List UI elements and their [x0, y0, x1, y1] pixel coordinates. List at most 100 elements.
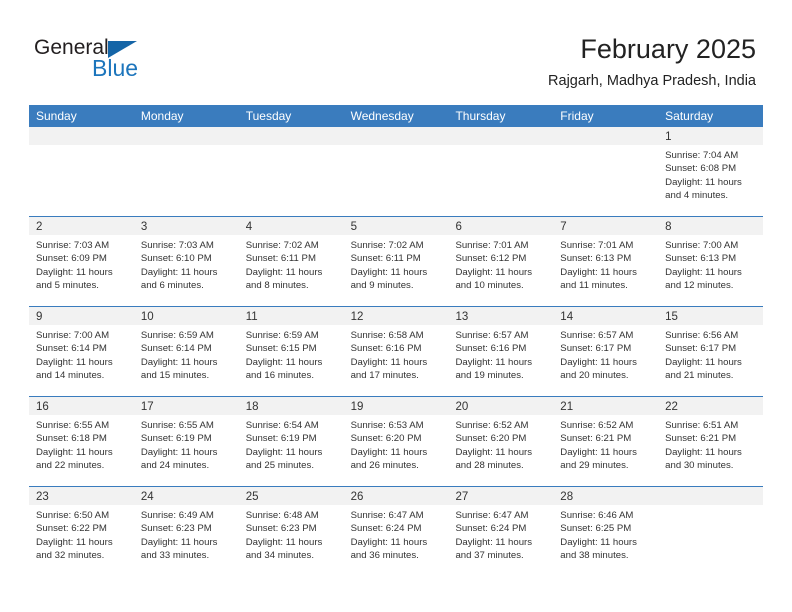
- sunset-line: Sunset: 6:14 PM: [140, 343, 212, 355]
- day-cell-14[interactable]: 14 Sunrise: 6:57 AM Sunset: 6:17 PM Dayligh…: [553, 307, 659, 396]
- day-number-band: 9: [29, 307, 134, 325]
- daylight-line-2: and 21 minutes.: [665, 369, 734, 381]
- page-header: General Blue February 2025 Rajgarh, Madh…: [0, 0, 792, 100]
- sunset-line: Sunset: 6:10 PM: [140, 253, 212, 265]
- sunset-line: Sunset: 6:13 PM: [560, 253, 632, 265]
- day-cell-26[interactable]: 26 Sunrise: 6:47 AM Sunset: 6:24 PM Dayligh…: [343, 487, 449, 576]
- sunrise-line: Sunrise: 7:02 AM: [245, 240, 319, 251]
- day-cell-19[interactable]: 19 Sunrise: 6:53 AM Sunset: 6:20 PM Dayligh…: [343, 397, 449, 486]
- day-cell-27[interactable]: 27 Sunrise: 6:47 AM Sunset: 6:24 PM Dayligh…: [448, 487, 554, 576]
- weekday-header-sunday: Sunday: [36, 109, 77, 123]
- sunset-line: Sunset: 6:15 PM: [245, 343, 317, 355]
- calendar-body: 1 Sunrise: 7:04 AM Sunset: 6:08 PM Daylight…: [29, 127, 764, 576]
- day-number-band: 23: [29, 487, 134, 505]
- day-cell-8[interactable]: 8 Sunrise: 7:00 AM Sunset: 6:13 PM Daylight…: [658, 217, 764, 306]
- day-cell-1[interactable]: 1 Sunrise: 7:04 AM Sunset: 6:08 PM Daylight…: [658, 127, 764, 216]
- day-cell-2[interactable]: 2 Sunrise: 7:03 AM Sunset: 6:09 PM Daylight…: [29, 217, 134, 306]
- daylight-line-2: and 25 minutes.: [245, 459, 314, 471]
- daylight-line-1: Daylight: 11 hours: [350, 536, 428, 548]
- sunset-line: Sunset: 6:23 PM: [245, 523, 317, 535]
- day-number-band: [343, 127, 449, 145]
- day-cell-17[interactable]: 17 Sunrise: 6:55 AM Sunset: 6:19 PM Dayligh…: [133, 397, 239, 486]
- sunrise-line: Sunrise: 6:47 AM: [455, 510, 529, 521]
- brand-logo[interactable]: General Blue: [34, 36, 234, 86]
- day-cell-10[interactable]: 10 Sunrise: 6:59 AM Sunset: 6:14 PM Dayligh…: [133, 307, 239, 396]
- location-subtitle: Rajgarh, Madhya Pradesh, India: [548, 73, 756, 89]
- day-cell-11[interactable]: 11 Sunrise: 6:59 AM Sunset: 6:15 PM Dayligh…: [238, 307, 344, 396]
- day-cell-empty: [29, 127, 134, 216]
- day-cell-20[interactable]: 20 Sunrise: 6:52 AM Sunset: 6:20 PM Dayligh…: [448, 397, 554, 486]
- day-cell-3[interactable]: 3 Sunrise: 7:03 AM Sunset: 6:10 PM Daylight…: [133, 217, 239, 306]
- daylight-line-1: Daylight: 11 hours: [350, 446, 428, 458]
- weekday-header-friday: Friday: [560, 109, 594, 123]
- sunrise-line: Sunrise: 6:48 AM: [245, 510, 319, 521]
- day-number-band: 24: [133, 487, 239, 505]
- daylight-line-1: Daylight: 11 hours: [665, 356, 742, 368]
- day-cell-16[interactable]: 16 Sunrise: 6:55 AM Sunset: 6:18 PM Dayligh…: [29, 397, 134, 486]
- sunset-line: Sunset: 6:16 PM: [350, 343, 422, 355]
- day-cell-empty: [658, 487, 764, 576]
- day-cell-15[interactable]: 15 Sunrise: 6:56 AM Sunset: 6:17 PM Dayligh…: [658, 307, 764, 396]
- day-number: 19: [350, 401, 364, 413]
- day-cell-28[interactable]: 28 Sunrise: 6:46 AM Sunset: 6:25 PM Dayligh…: [553, 487, 659, 576]
- day-cell-13[interactable]: 13 Sunrise: 6:57 AM Sunset: 6:16 PM Dayligh…: [448, 307, 554, 396]
- daylight-line-1: Daylight: 11 hours: [350, 356, 428, 368]
- daylight-line-2: and 19 minutes.: [455, 369, 524, 381]
- sunrise-line: Sunrise: 6:59 AM: [245, 330, 319, 341]
- sunset-line: Sunset: 6:20 PM: [350, 433, 422, 445]
- daylight-line-2: and 20 minutes.: [560, 369, 629, 381]
- daylight-line-1: Daylight: 11 hours: [455, 266, 533, 278]
- day-details: Sunrise: 7:01 AM Sunset: 6:12 PM Daylight:…: [448, 235, 553, 292]
- day-details: Sunrise: 6:56 AM Sunset: 6:17 PM Daylight:…: [658, 325, 763, 382]
- week-row: 9 Sunrise: 7:00 AM Sunset: 6:14 PM Daylight…: [29, 306, 764, 396]
- day-details: Sunrise: 6:58 AM Sunset: 6:16 PM Daylight:…: [344, 325, 449, 382]
- day-number-band: 22: [658, 397, 764, 415]
- daylight-line-1: Daylight: 11 hours: [36, 356, 113, 368]
- daylight-line-2: and 28 minutes.: [455, 459, 524, 471]
- sunset-line: Sunset: 6:21 PM: [560, 433, 632, 445]
- daylight-line-2: and 32 minutes.: [36, 549, 105, 561]
- daylight-line-2: and 17 minutes.: [350, 369, 419, 381]
- weekday-header-tuesday: Tuesday: [245, 109, 292, 123]
- sunset-line: Sunset: 6:16 PM: [455, 343, 527, 355]
- sunset-line: Sunset: 6:12 PM: [455, 253, 527, 265]
- day-cell-24[interactable]: 24 Sunrise: 6:49 AM Sunset: 6:23 PM Dayligh…: [133, 487, 239, 576]
- day-details: Sunrise: 7:02 AM Sunset: 6:11 PM Daylight:…: [344, 235, 449, 292]
- daylight-line-2: and 26 minutes.: [350, 459, 419, 471]
- week-row: 23 Sunrise: 6:50 AM Sunset: 6:22 PM Dayligh…: [29, 486, 764, 576]
- day-number: 4: [245, 221, 253, 233]
- day-number: 21: [560, 401, 574, 413]
- sunset-line: Sunset: 6:24 PM: [350, 523, 422, 535]
- sunset-line: Sunset: 6:25 PM: [560, 523, 632, 535]
- day-number-band: 8: [658, 217, 764, 235]
- day-number-band: 25: [238, 487, 344, 505]
- sunset-line: Sunset: 6:17 PM: [560, 343, 632, 355]
- day-cell-12[interactable]: 12 Sunrise: 6:58 AM Sunset: 6:16 PM Dayligh…: [343, 307, 449, 396]
- day-number: 11: [245, 311, 258, 323]
- sunrise-line: Sunrise: 6:47 AM: [350, 510, 424, 521]
- day-cell-22[interactable]: 22 Sunrise: 6:51 AM Sunset: 6:21 PM Dayligh…: [658, 397, 764, 486]
- brand-name-blue: Blue: [92, 55, 139, 81]
- day-cell-9[interactable]: 9 Sunrise: 7:00 AM Sunset: 6:14 PM Daylight…: [29, 307, 134, 396]
- day-details: Sunrise: 6:46 AM Sunset: 6:25 PM Daylight:…: [553, 505, 658, 562]
- day-cell-23[interactable]: 23 Sunrise: 6:50 AM Sunset: 6:22 PM Dayligh…: [29, 487, 134, 576]
- daylight-line-1: Daylight: 11 hours: [560, 446, 637, 458]
- day-number-band: [238, 127, 344, 145]
- day-cell-7[interactable]: 7 Sunrise: 7:01 AM Sunset: 6:13 PM Daylight…: [553, 217, 659, 306]
- day-cell-25[interactable]: 25 Sunrise: 6:48 AM Sunset: 6:23 PM Dayligh…: [238, 487, 344, 576]
- day-cell-18[interactable]: 18 Sunrise: 6:54 AM Sunset: 6:19 PM Dayligh…: [238, 397, 344, 486]
- daylight-line-2: and 16 minutes.: [245, 369, 314, 381]
- sunrise-line: Sunrise: 6:56 AM: [665, 330, 739, 341]
- day-cell-21[interactable]: 21 Sunrise: 6:52 AM Sunset: 6:21 PM Dayligh…: [553, 397, 659, 486]
- daylight-line-2: and 30 minutes.: [665, 459, 734, 471]
- daylight-line-1: Daylight: 11 hours: [36, 446, 113, 458]
- daylight-line-2: and 15 minutes.: [140, 369, 210, 381]
- day-cell-4[interactable]: 4 Sunrise: 7:02 AM Sunset: 6:11 PM Daylight…: [238, 217, 344, 306]
- day-number-band: [658, 487, 764, 505]
- daylight-line-1: Daylight: 11 hours: [350, 266, 428, 278]
- day-cell-5[interactable]: 5 Sunrise: 7:02 AM Sunset: 6:11 PM Daylight…: [343, 217, 449, 306]
- day-number-band: [553, 127, 659, 145]
- day-number-band: 1: [658, 127, 764, 145]
- day-details: Sunrise: 6:49 AM Sunset: 6:23 PM Daylight:…: [134, 505, 239, 562]
- day-cell-6[interactable]: 6 Sunrise: 7:01 AM Sunset: 6:12 PM Daylight…: [448, 217, 554, 306]
